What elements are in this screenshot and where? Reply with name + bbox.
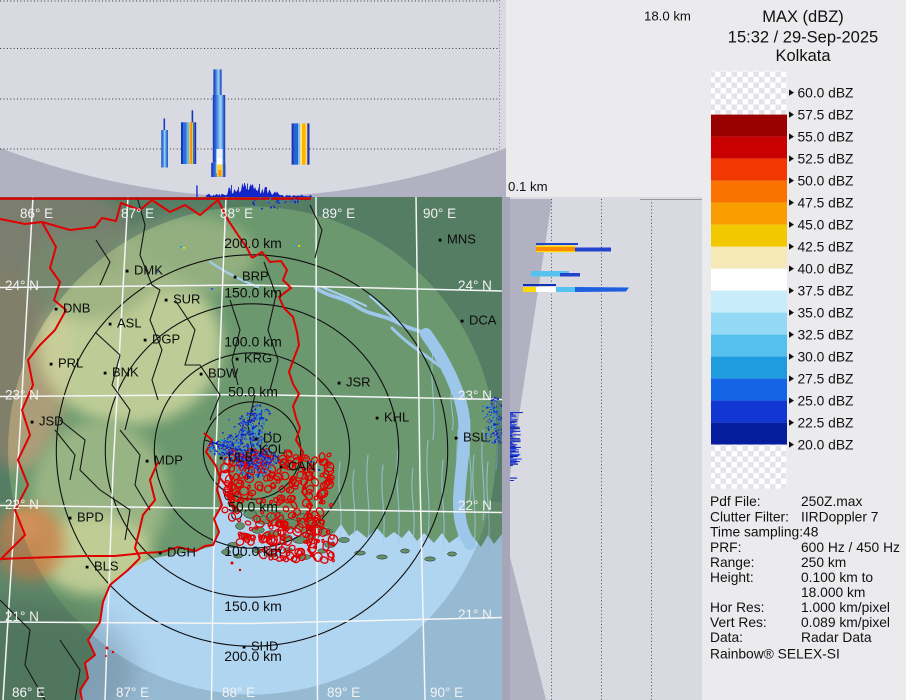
svg-text:MAX (dBZ): MAX (dBZ) [762, 8, 844, 26]
svg-text:JSD: JSD [39, 414, 64, 429]
svg-text:CAN: CAN [288, 459, 315, 474]
svg-text:30.0 dBZ: 30.0 dBZ [798, 349, 854, 364]
svg-text:35.0 dBZ: 35.0 dBZ [798, 305, 854, 320]
svg-text:BSL: BSL [463, 430, 488, 445]
svg-text:BDW: BDW [208, 366, 239, 381]
svg-text:KOL: KOL [259, 442, 285, 457]
svg-text:20.0 dBZ: 20.0 dBZ [798, 437, 854, 452]
svg-text:BNK: BNK [112, 365, 139, 380]
svg-text:50.0 km: 50.0 km [228, 499, 278, 515]
svg-text:Vert Res:: Vert Res: [710, 615, 767, 630]
svg-text:IIRDoppler 7: IIRDoppler 7 [801, 510, 878, 525]
svg-text:150.0 km: 150.0 km [224, 598, 282, 614]
svg-text:DNB: DNB [63, 301, 90, 316]
svg-text:88° E: 88° E [220, 206, 253, 221]
svg-text:Rainbow® SELEX-SI: Rainbow® SELEX-SI [710, 647, 840, 662]
svg-text:86° E: 86° E [12, 685, 45, 700]
svg-text:27.5 dBZ: 27.5 dBZ [798, 371, 854, 386]
svg-text:1.000 km/pixel: 1.000 km/pixel [801, 600, 890, 615]
svg-text:600 Hz / 450 Hz: 600 Hz / 450 Hz [801, 540, 900, 555]
svg-text:23° N: 23° N [458, 388, 492, 403]
svg-text:KRG: KRG [244, 351, 272, 366]
svg-text:DMK: DMK [134, 263, 163, 278]
svg-text:21° N: 21° N [5, 609, 39, 624]
svg-text:Data:: Data: [710, 630, 743, 645]
svg-text:PRF:: PRF: [710, 540, 741, 555]
svg-text:18.0 km: 18.0 km [644, 9, 691, 24]
svg-text:Range:: Range: [710, 555, 755, 570]
svg-text:90° E: 90° E [423, 206, 456, 221]
svg-text:86° E: 86° E [20, 206, 53, 221]
svg-text:15:32 / 29-Sep-2025: 15:32 / 29-Sep-2025 [728, 29, 878, 47]
svg-text:18.000 km: 18.000 km [801, 585, 865, 600]
svg-text:37.5 dBZ: 37.5 dBZ [798, 283, 854, 298]
svg-text:100.0 km: 100.0 km [224, 334, 282, 350]
svg-text:Pdf File:: Pdf File: [710, 494, 761, 509]
svg-text:200.0 km: 200.0 km [224, 648, 282, 664]
svg-text:250Z.max: 250Z.max [801, 494, 862, 509]
svg-text:89° E: 89° E [327, 685, 360, 700]
svg-text:32.5 dBZ: 32.5 dBZ [798, 327, 854, 342]
svg-text:ULB: ULB [228, 450, 253, 465]
svg-text:250 km: 250 km [801, 555, 846, 570]
svg-text:Time sampling:48: Time sampling:48 [710, 525, 819, 540]
svg-text:23° N: 23° N [5, 388, 39, 403]
svg-text:42.5 dBZ: 42.5 dBZ [798, 239, 854, 254]
svg-text:BLS: BLS [94, 559, 119, 574]
svg-text:BRP: BRP [242, 269, 269, 284]
svg-text:Hor Res:: Hor Res: [710, 600, 764, 615]
svg-text:0.089 km/pixel: 0.089 km/pixel [801, 615, 890, 630]
svg-text:45.0 dBZ: 45.0 dBZ [798, 217, 854, 232]
svg-text:55.0 dBZ: 55.0 dBZ [798, 129, 854, 144]
svg-text:MNS: MNS [447, 232, 476, 247]
svg-text:22° N: 22° N [458, 498, 492, 513]
svg-text:47.5 dBZ: 47.5 dBZ [798, 195, 854, 210]
svg-text:22° N: 22° N [5, 497, 39, 512]
svg-text:SUR: SUR [173, 292, 200, 307]
svg-text:22.5 dBZ: 22.5 dBZ [798, 415, 854, 430]
svg-text:DGP: DGP [152, 332, 180, 347]
svg-text:0.100 km to: 0.100 km to [801, 570, 873, 585]
svg-text:JSR: JSR [346, 375, 371, 390]
svg-text:50.0 km: 50.0 km [228, 384, 278, 400]
svg-text:ASL: ASL [117, 316, 142, 331]
svg-text:52.5 dBZ: 52.5 dBZ [798, 151, 854, 166]
svg-text:87° E: 87° E [116, 685, 149, 700]
svg-text:MDP: MDP [154, 453, 183, 468]
svg-text:DCA: DCA [469, 313, 497, 328]
svg-text:BPD: BPD [77, 510, 104, 525]
svg-text:PRL: PRL [58, 356, 83, 371]
svg-text:Height:: Height: [710, 570, 754, 585]
svg-text:Clutter Filter:: Clutter Filter: [710, 510, 789, 525]
svg-text:150.0 km: 150.0 km [224, 285, 282, 301]
svg-text:21° N: 21° N [458, 607, 492, 622]
svg-text:50.0 dBZ: 50.0 dBZ [798, 173, 854, 188]
svg-text:90° E: 90° E [430, 685, 463, 700]
svg-text:89° E: 89° E [322, 206, 355, 221]
svg-text:200.0 km: 200.0 km [224, 235, 282, 251]
svg-text:40.0 dBZ: 40.0 dBZ [798, 261, 854, 276]
svg-text:0.1 km: 0.1 km [508, 179, 548, 194]
svg-text:88° E: 88° E [222, 685, 255, 700]
svg-text:24° N: 24° N [458, 278, 492, 293]
svg-text:24° N: 24° N [5, 278, 39, 293]
svg-text:25.0 dBZ: 25.0 dBZ [798, 393, 854, 408]
svg-text:DGH: DGH [167, 545, 196, 560]
svg-text:KHL: KHL [384, 410, 409, 425]
svg-text:87° E: 87° E [121, 206, 154, 221]
svg-text:57.5 dBZ: 57.5 dBZ [798, 107, 854, 122]
svg-text:100.0 km: 100.0 km [224, 543, 282, 559]
svg-text:60.0 dBZ: 60.0 dBZ [798, 85, 854, 100]
svg-text:Kolkata: Kolkata [775, 47, 831, 65]
svg-text:Radar Data: Radar Data [801, 630, 872, 645]
